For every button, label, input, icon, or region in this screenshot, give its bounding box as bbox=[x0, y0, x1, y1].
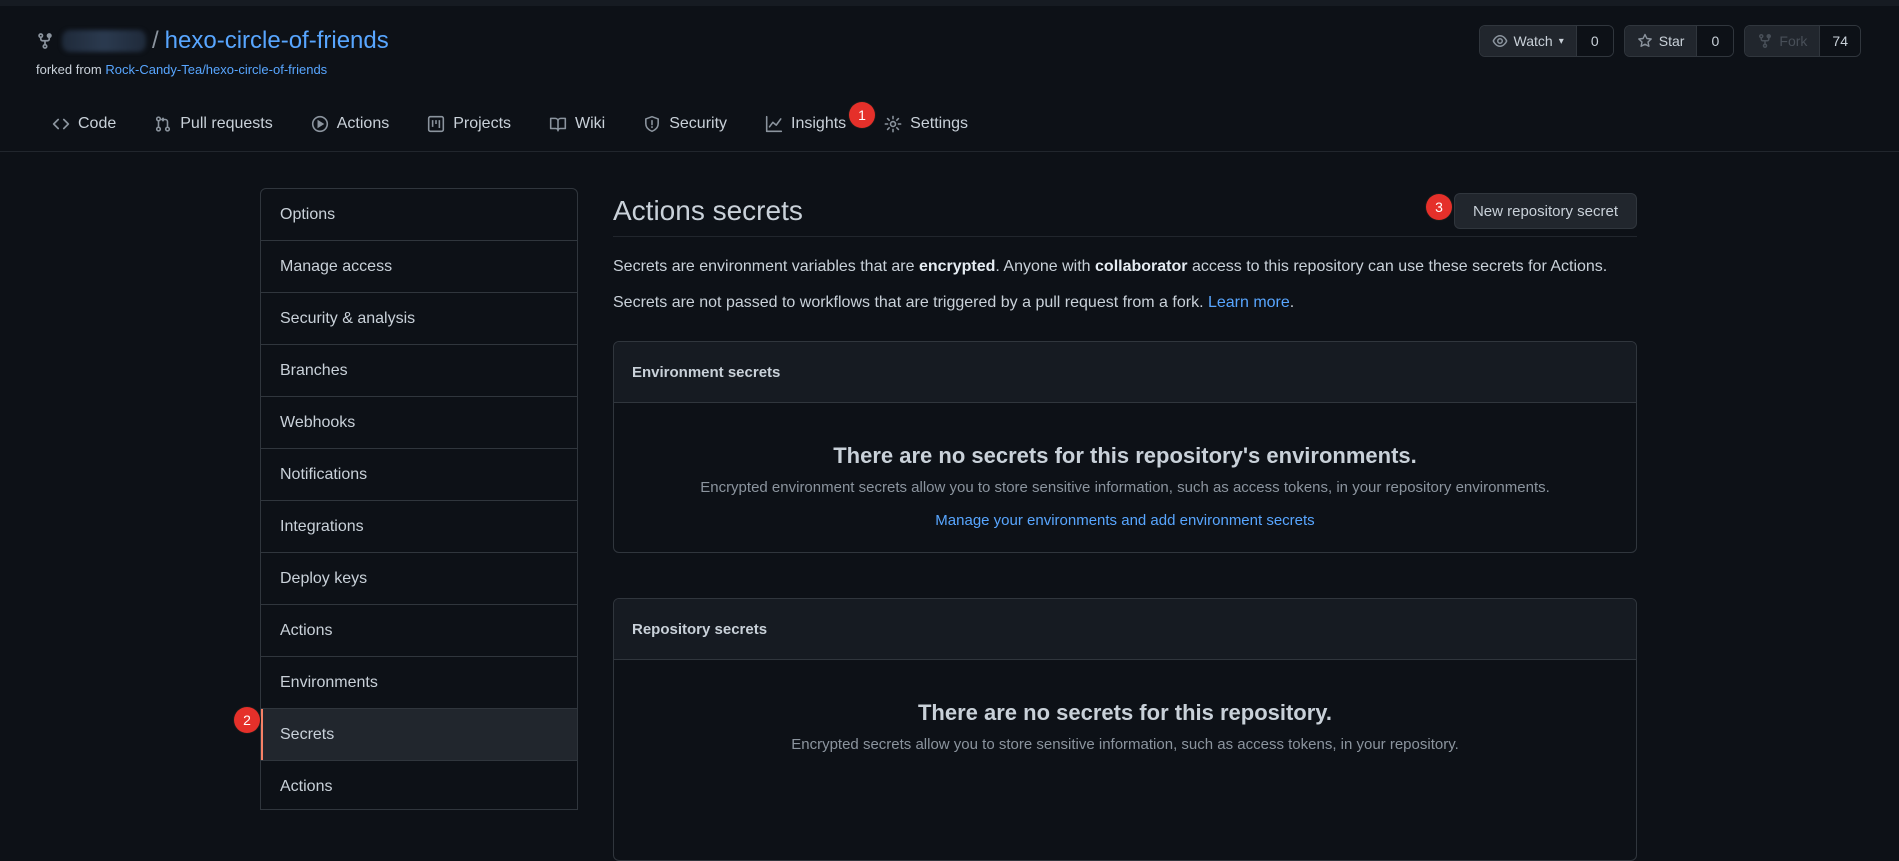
tab-security[interactable]: Security bbox=[643, 115, 727, 133]
desc1-e: access to this repository can use these … bbox=[1187, 258, 1608, 275]
annotation-badge-3: 3 bbox=[1426, 194, 1452, 220]
fork-label: Fork bbox=[1779, 33, 1808, 49]
tabs-divider bbox=[0, 151, 1899, 152]
environment-secrets-empty-title: There are no secrets for this repository… bbox=[833, 443, 1417, 468]
watch-label: Watch bbox=[1513, 33, 1553, 49]
sidebar-item-manage-access[interactable]: Manage access bbox=[261, 241, 577, 293]
annotation-badge-1: 1 bbox=[849, 102, 875, 128]
tab-code-label: Code bbox=[78, 115, 117, 132]
secrets-description: Secrets are environment variables that a… bbox=[613, 257, 1637, 277]
repo-fork-icon bbox=[38, 33, 52, 49]
environment-secrets-empty-desc: Encrypted environment secrets allow you … bbox=[700, 479, 1550, 496]
book-icon bbox=[549, 117, 567, 132]
learn-more-link[interactable]: Learn more bbox=[1208, 294, 1290, 311]
tab-settings-label: Settings bbox=[910, 115, 968, 132]
eye-icon bbox=[1492, 35, 1507, 47]
star-button[interactable]: Star bbox=[1624, 26, 1697, 56]
fork-icon bbox=[1759, 34, 1772, 49]
sidebar-item-secrets[interactable]: Secrets bbox=[261, 709, 577, 761]
shield-icon bbox=[645, 115, 660, 133]
play-icon bbox=[311, 115, 328, 133]
sidebar-item-environments[interactable]: Environments bbox=[261, 657, 577, 709]
repo-owner-redacted[interactable] bbox=[62, 30, 146, 52]
sidebar-item-actions-secondary[interactable]: Actions bbox=[261, 761, 577, 809]
sidebar-item-actions[interactable]: Actions bbox=[261, 605, 577, 657]
tab-actions-label: Actions bbox=[336, 115, 390, 132]
star-count[interactable]: 0 bbox=[1696, 26, 1734, 56]
gear-icon bbox=[884, 115, 902, 133]
pull-request-icon bbox=[156, 116, 171, 132]
forked-from-link[interactable]: Rock-Candy-Tea/hexo-circle-of-friends bbox=[105, 62, 327, 77]
annotation-badge-2: 2 bbox=[234, 707, 260, 733]
star-button-group: Star 0 bbox=[1623, 25, 1735, 57]
watch-button[interactable]: Watch ▾ bbox=[1479, 26, 1576, 56]
repository-secrets-empty: There are no secrets for this repository… bbox=[614, 660, 1636, 860]
tab-projects-label: Projects bbox=[453, 115, 512, 132]
tab-insights-label: Insights bbox=[791, 115, 847, 132]
sidebar-item-security-analysis[interactable]: Security & analysis bbox=[261, 293, 577, 345]
repository-secrets-empty-title: There are no secrets for this repository… bbox=[917, 700, 1333, 725]
sidebar-item-branches[interactable]: Branches bbox=[261, 345, 577, 397]
main-content: Actions secrets New repository secret Se… bbox=[613, 186, 1637, 861]
code-icon bbox=[52, 118, 70, 130]
fork-button[interactable]: Fork bbox=[1745, 26, 1820, 56]
tab-security-label: Security bbox=[669, 115, 728, 132]
watch-count[interactable]: 0 bbox=[1575, 26, 1613, 56]
desc2-end: . bbox=[1289, 294, 1295, 311]
sidebar-item-notifications[interactable]: Notifications bbox=[261, 449, 577, 501]
star-label: Star bbox=[1658, 33, 1685, 49]
new-repository-secret-button[interactable]: New repository secret bbox=[1453, 193, 1637, 229]
desc1-c: . Anyone with bbox=[995, 258, 1096, 275]
page-header: Actions secrets New repository secret bbox=[613, 186, 1637, 237]
sidebar-item-webhooks[interactable]: Webhooks bbox=[261, 397, 577, 449]
forked-from-prefix: forked from bbox=[36, 62, 102, 77]
sidebar-item-options[interactable]: Options bbox=[261, 189, 577, 241]
forked-from: forked from Rock-Candy-Tea/hexo-circle-o… bbox=[36, 62, 389, 77]
caret-down-icon: ▾ bbox=[1558, 35, 1564, 47]
repository-secrets-box: Repository secrets There are no secrets … bbox=[613, 598, 1637, 861]
environment-secrets-empty: There are no secrets for this repository… bbox=[614, 403, 1636, 552]
manage-environments-link[interactable]: Manage your environments and add environ… bbox=[935, 512, 1314, 529]
tab-wiki-label: Wiki bbox=[575, 115, 606, 132]
repo-header: / hexo-circle-of-friends forked from Roc… bbox=[36, 26, 389, 77]
tab-projects[interactable]: Projects bbox=[427, 115, 511, 133]
tab-settings[interactable]: Settings bbox=[884, 115, 968, 133]
watch-button-group: Watch ▾ 0 bbox=[1478, 25, 1614, 57]
sidebar-item-deploy-keys[interactable]: Deploy keys bbox=[261, 553, 577, 605]
fork-notice: Secrets are not passed to workflows that… bbox=[613, 293, 1637, 313]
project-icon bbox=[428, 115, 445, 133]
environment-secrets-header: Environment secrets bbox=[614, 342, 1636, 403]
repo-name-link[interactable]: hexo-circle-of-friends bbox=[165, 27, 389, 55]
tab-insights[interactable]: Insights bbox=[765, 115, 846, 133]
repo-path-separator: / bbox=[152, 27, 159, 54]
tab-code[interactable]: Code bbox=[52, 115, 116, 133]
tab-actions[interactable]: Actions bbox=[311, 115, 389, 133]
desc1-encrypted: encrypted bbox=[918, 258, 996, 275]
fork-button-group: Fork 74 bbox=[1744, 25, 1861, 57]
tab-pull-requests-label: Pull requests bbox=[180, 115, 273, 132]
settings-sidebar: Options Manage access Security & analysi… bbox=[260, 188, 578, 810]
desc2-text: Secrets are not passed to workflows that… bbox=[613, 294, 1208, 311]
desc1-collaborator: collaborator bbox=[1095, 258, 1188, 275]
repository-secrets-empty-desc: Encrypted secrets allow you to store sen… bbox=[791, 736, 1459, 753]
environment-secrets-box: Environment secrets There are no secrets… bbox=[613, 341, 1637, 553]
graph-icon bbox=[765, 115, 783, 133]
repo-action-buttons: Watch ▾ 0 Star 0 Fork 74 bbox=[1478, 25, 1861, 57]
page-title: Actions secrets bbox=[613, 195, 803, 226]
top-strip bbox=[0, 0, 1899, 6]
tab-pull-requests[interactable]: Pull requests bbox=[154, 115, 273, 133]
sidebar-item-integrations[interactable]: Integrations bbox=[261, 501, 577, 553]
repository-secrets-header: Repository secrets bbox=[614, 599, 1636, 660]
desc1-a: Secrets are environment variables that a… bbox=[613, 258, 919, 275]
star-icon bbox=[1637, 33, 1652, 47]
fork-count[interactable]: 74 bbox=[1819, 26, 1860, 56]
tab-wiki[interactable]: Wiki bbox=[549, 115, 605, 133]
